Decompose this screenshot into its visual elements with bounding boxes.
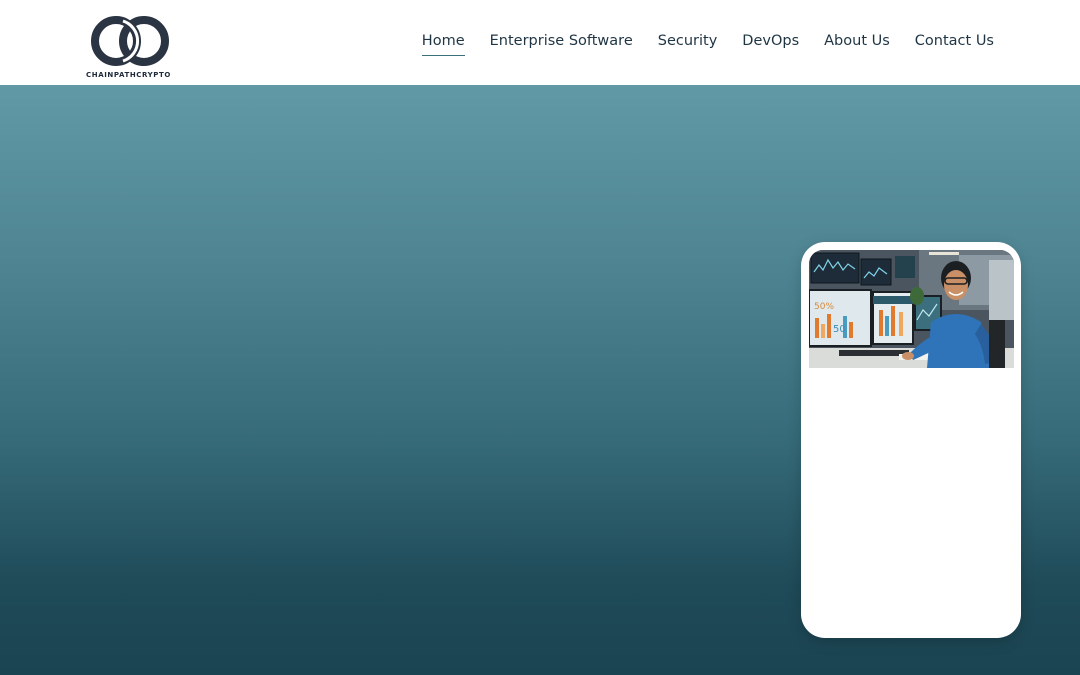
feature-card: 50% 50: [801, 242, 1021, 638]
brand-logo[interactable]: CHAINPATHCRYPTO: [86, 14, 176, 82]
nav-security[interactable]: Security: [658, 30, 718, 55]
nav-home[interactable]: Home: [421, 30, 465, 56]
nav-about-us[interactable]: About Us: [824, 30, 890, 55]
nav-enterprise-software[interactable]: Enterprise Software: [490, 30, 633, 55]
screen-label: 50%: [814, 302, 834, 312]
site-header: CHAINPATHCRYPTO Home Enterprise Software…: [0, 0, 1080, 85]
interlocking-rings-icon: [91, 16, 169, 66]
screen-label: 50: [833, 324, 846, 335]
nav-contact-us[interactable]: Contact Us: [915, 30, 994, 55]
main-nav: Home Enterprise Software Security DevOps…: [421, 30, 994, 56]
brand-name: CHAINPATHCRYPTO: [86, 71, 171, 79]
nav-devops[interactable]: DevOps: [742, 30, 799, 55]
man-at-computer-with-dashboards-photo: 50% 50: [809, 250, 1014, 368]
